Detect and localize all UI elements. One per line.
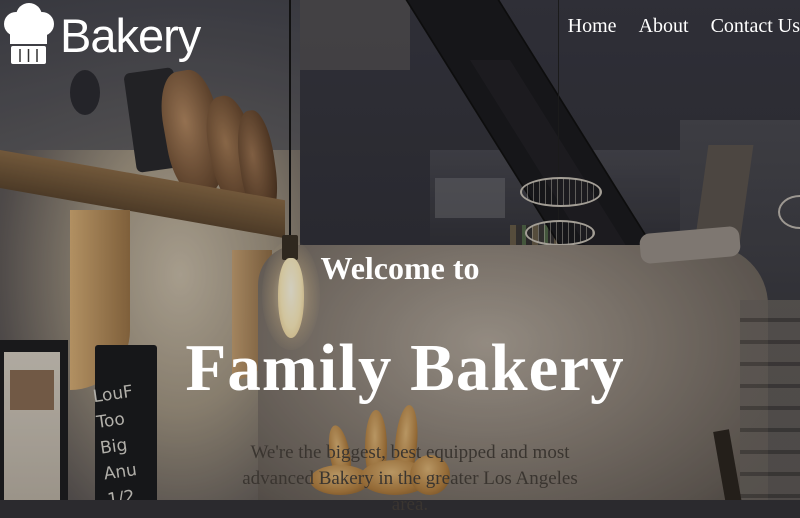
brand-name: Bakery bbox=[60, 9, 201, 62]
chef-hat-icon bbox=[4, 3, 54, 64]
main-nav: Home About Contact Us bbox=[568, 12, 800, 40]
hero-subtitle: Welcome to bbox=[320, 250, 480, 286]
hero-description: We're the biggest, best equipped and mos… bbox=[242, 442, 578, 515]
nav-contact-link[interactable]: Contact Us bbox=[711, 12, 800, 40]
nav-about-link[interactable]: About bbox=[639, 12, 689, 40]
hero-title: Family Bakery bbox=[185, 331, 625, 405]
nav-home-link[interactable]: Home bbox=[568, 12, 617, 40]
